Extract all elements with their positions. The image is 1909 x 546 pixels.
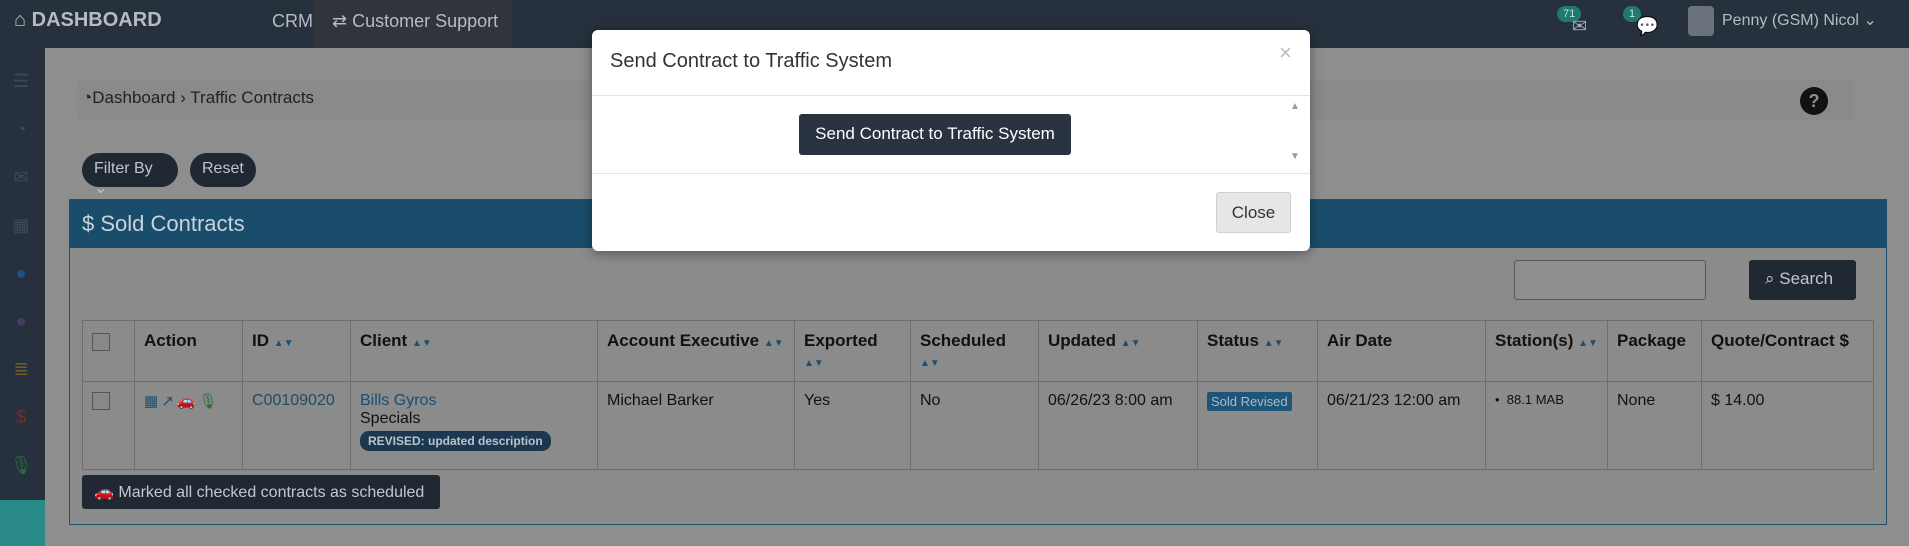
col-air-date: Air Date <box>1317 320 1486 382</box>
sidebar-active-item[interactable] <box>0 500 45 546</box>
scroll-up-icon[interactable]: ▲ <box>1290 101 1300 112</box>
col-stations[interactable]: Station(s) ▲▼ <box>1485 320 1608 382</box>
row-checkbox[interactable] <box>92 392 110 410</box>
microphone-icon[interactable]: 🎙 <box>198 393 217 410</box>
sort-icon: ▲▼ <box>273 338 294 349</box>
row-id: C00109020 <box>242 381 351 470</box>
external-link-icon[interactable]: ↗ <box>161 393 174 410</box>
contract-id-link[interactable]: C00109020 <box>252 392 335 409</box>
row-client: Bills Gyros Specials REVISED: updated desc… <box>350 381 598 470</box>
col-account-executive[interactable]: Account Executive ▲▼ <box>597 320 795 382</box>
calendar-icon[interactable]: ▦ <box>144 393 158 410</box>
avatar[interactable] <box>1688 6 1714 36</box>
scroll-down-icon[interactable]: ▼ <box>1290 151 1300 162</box>
sort-icon: ▲▼ <box>1120 338 1141 349</box>
col-id[interactable]: ID ▲▼ <box>242 320 351 382</box>
breadcrumb-home[interactable]: Dashboard <box>92 88 175 107</box>
row-amount: $ 14.00 <box>1701 381 1874 470</box>
col-updated[interactable]: Updated ▲▼ <box>1038 320 1198 382</box>
sort-icon: ▲▼ <box>920 358 940 369</box>
reset-button[interactable]: Reset <box>190 153 256 187</box>
station-item: 88.1 MAB <box>1506 392 1564 407</box>
send-contract-button[interactable]: Send Contract to Traffic System <box>799 114 1071 155</box>
car-icon[interactable]: 🚗 <box>177 393 196 410</box>
user-circle-icon[interactable]: ● <box>10 262 32 284</box>
filter-by-button[interactable]: Filter By ⌄ <box>82 153 178 197</box>
revised-badge: REVISED: updated description <box>360 431 551 451</box>
car-icon: 🚗 <box>94 484 119 501</box>
modal-title: Send Contract to Traffic System <box>610 50 892 72</box>
mail-icon[interactable]: ✉ <box>1572 16 1587 37</box>
row-scheduled: No <box>910 381 1039 470</box>
sort-icon: ▲▼ <box>763 338 784 349</box>
col-client[interactable]: Client ▲▼ <box>350 320 598 382</box>
row-package: None <box>1607 381 1702 470</box>
col-package: Package <box>1607 320 1702 382</box>
row-status: Sold Revised <box>1197 381 1318 470</box>
status-badge: Sold Revised <box>1207 392 1292 411</box>
dashboard-icon: ◔ <box>82 88 93 107</box>
chat-icon[interactable]: 💬 <box>1636 16 1658 37</box>
nav-customer-support[interactable]: ⇄ Customer Support <box>314 0 512 48</box>
contracts-table: Action ID ▲▼ Client ▲▼ Account Executive… <box>82 320 1874 470</box>
search-input[interactable] <box>1514 260 1706 300</box>
select-all-cell <box>82 320 135 382</box>
table-row: ▦ ↗ 🚗 🎙 C00109020 Bills Gyros Specials REVISE… <box>82 381 1874 470</box>
sort-icon: ▲▼ <box>804 358 824 369</box>
row-select-cell <box>82 381 135 470</box>
menu-icon[interactable]: ☰ <box>10 70 32 92</box>
col-action: Action <box>134 320 243 382</box>
client-link[interactable]: Bills Gyros <box>360 392 588 410</box>
modal-divider <box>592 173 1310 174</box>
breadcrumb-separator: › <box>180 88 186 107</box>
col-amount: Quote/Contract $ <box>1701 320 1874 382</box>
home-icon: ⌂ <box>14 9 32 31</box>
col-exported[interactable]: Exported ▲▼ <box>794 320 911 382</box>
search-icon: ⌕ <box>1765 269 1780 288</box>
row-updated: 06/26/23 8:00 am <box>1038 381 1198 470</box>
envelope-icon[interactable]: ✉ <box>10 166 32 188</box>
table-header-row: Action ID ▲▼ Client ▲▼ Account Executive… <box>82 320 1874 382</box>
help-icon[interactable]: ? <box>1800 87 1828 115</box>
col-status[interactable]: Status ▲▼ <box>1197 320 1318 382</box>
row-account-executive: Michael Barker <box>597 381 795 470</box>
row-air-date: 06/21/23 12:00 am <box>1317 381 1486 470</box>
sort-icon: ▲▼ <box>1263 338 1284 349</box>
col-scheduled[interactable]: Scheduled ▲▼ <box>910 320 1039 382</box>
breadcrumb-current: Traffic Contracts <box>190 88 315 107</box>
brand-link[interactable]: ⌂ DASHBOARD <box>14 9 162 32</box>
search-button[interactable]: ⌕ Search <box>1749 260 1856 300</box>
layers-icon[interactable]: ≣ <box>10 358 32 380</box>
dollar-icon: $ <box>82 211 101 236</box>
chevron-down-icon: ⌄ <box>1858 12 1877 29</box>
row-exported: Yes <box>794 381 911 470</box>
close-button[interactable]: Close <box>1216 192 1291 233</box>
microphone-icon[interactable]: 🎙 <box>10 454 33 476</box>
client-subtitle: Specials <box>360 410 421 427</box>
row-actions: ▦ ↗ 🚗 🎙 <box>134 381 243 470</box>
modal-divider <box>592 95 1310 96</box>
send-contract-modal: Send Contract to Traffic System × Send C… <box>592 30 1310 251</box>
building-icon[interactable]: ▦ <box>10 214 32 236</box>
nav-crm[interactable]: CRM <box>272 11 313 32</box>
close-icon[interactable]: × <box>1279 40 1292 66</box>
dashboard-icon[interactable]: ◔ <box>10 118 32 140</box>
mark-scheduled-button[interactable]: 🚗 Marked all checked contracts as schedu… <box>82 475 440 509</box>
chevron-down-icon: ⌄ <box>94 180 108 197</box>
user-menu[interactable]: Penny (GSM) Nicol ⌄ <box>1722 10 1877 30</box>
user-circle-icon-2[interactable]: ● <box>10 310 32 332</box>
sort-icon: ▲▼ <box>1578 338 1598 349</box>
select-all-checkbox[interactable] <box>92 332 110 351</box>
sidebar: ☰ ◔ ✉ ▦ ● ● ≣ $ 🎙 <box>0 48 45 546</box>
dollar-icon[interactable]: $ <box>10 406 32 428</box>
exchange-icon: ⇄ <box>332 11 353 31</box>
row-stations: • 88.1 MAB <box>1485 381 1608 470</box>
sort-icon: ▲▼ <box>411 338 432 349</box>
